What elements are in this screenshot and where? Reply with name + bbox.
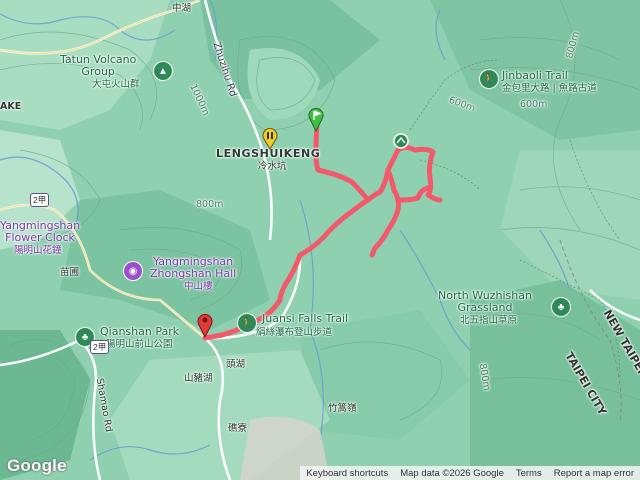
contour-label: 600m [520,99,548,110]
lake-label-fragment: AKE [0,101,22,112]
qianshan-park-label[interactable]: Qianshan Park [100,325,179,338]
park-tree-icon[interactable]: ♣ [552,298,570,316]
juansi-falls-trail-zh-label: 絹絲瀑布登山步道 [256,327,333,338]
road-shield: 2甲 [30,193,50,207]
hiking-icon[interactable]: 🚶 [480,70,498,88]
waypoint-marker-icon[interactable] [393,133,409,154]
keyboard-shortcuts-link[interactable]: Keyboard shortcuts [300,468,394,479]
place-label-miaopu: 苗圃 [60,267,80,278]
qianshan-park-zh-label: 陽明山前山公園 [106,339,173,350]
place-label-shanzhuhu: 山豬湖 [184,373,213,384]
map-canvas[interactable]: 1000m 800m 600m 600m 800m 800m 中湖 Tatun … [0,0,640,480]
report-error-link[interactable]: Report a map error [548,468,640,479]
tatun-volcano-label[interactable]: Tatun Volcano Group [60,53,136,78]
mountain-icon[interactable]: ▲ [154,62,172,80]
start-pin-icon[interactable] [308,106,324,137]
map-data-attribution: Map data ©2026 Google [400,467,504,479]
bus-stop-icon[interactable] [262,127,278,150]
juansi-falls-trail-label[interactable]: Juansi Falls Trail [262,312,348,325]
hiking-icon[interactable]: 🚶 [238,314,256,332]
tatun-volcano-zh-label: 大屯火山群 [92,79,140,90]
map-footer: Keyboard shortcuts Map data ©2026 Google… [300,466,640,480]
place-label-touhu: 頭湖 [226,359,246,370]
camera-icon[interactable]: ◉ [124,262,142,280]
zhongshan-hall-label[interactable]: Yangmingshan Zhongshan Hall [150,255,236,280]
place-label-zhonghu: 中湖 [172,3,192,14]
flower-clock-zh-label: 陽明山花鐘 [14,245,62,256]
wuzhishan-grassland-label[interactable]: North Wuzhishan Grassland [438,289,532,314]
terms-link[interactable]: Terms [510,468,548,479]
contour-label: 800m [196,199,224,210]
wuzhishan-grassland-zh-label: 北五指山草原 [460,315,518,326]
zhongshan-hall-zh-label: 中山樓 [184,281,213,292]
end-pin-icon[interactable] [197,312,213,343]
lengshuikeng-zh-label: 冷水坑 [258,161,287,172]
place-label-zhusongling: 竹篙嶺 [328,403,357,414]
google-logo: Google [7,456,67,475]
jinbaoli-trail-label[interactable]: Jinbaoli Trail [502,69,568,82]
place-label-jiliao: 礁寮 [228,423,248,434]
jinbaoli-trail-zh-label: 金包里大路 | 魚路古道 [502,83,597,94]
flower-clock-label[interactable]: Yangmingshan Flower Clock [0,219,80,244]
road-shield: 2甲 [90,340,110,354]
